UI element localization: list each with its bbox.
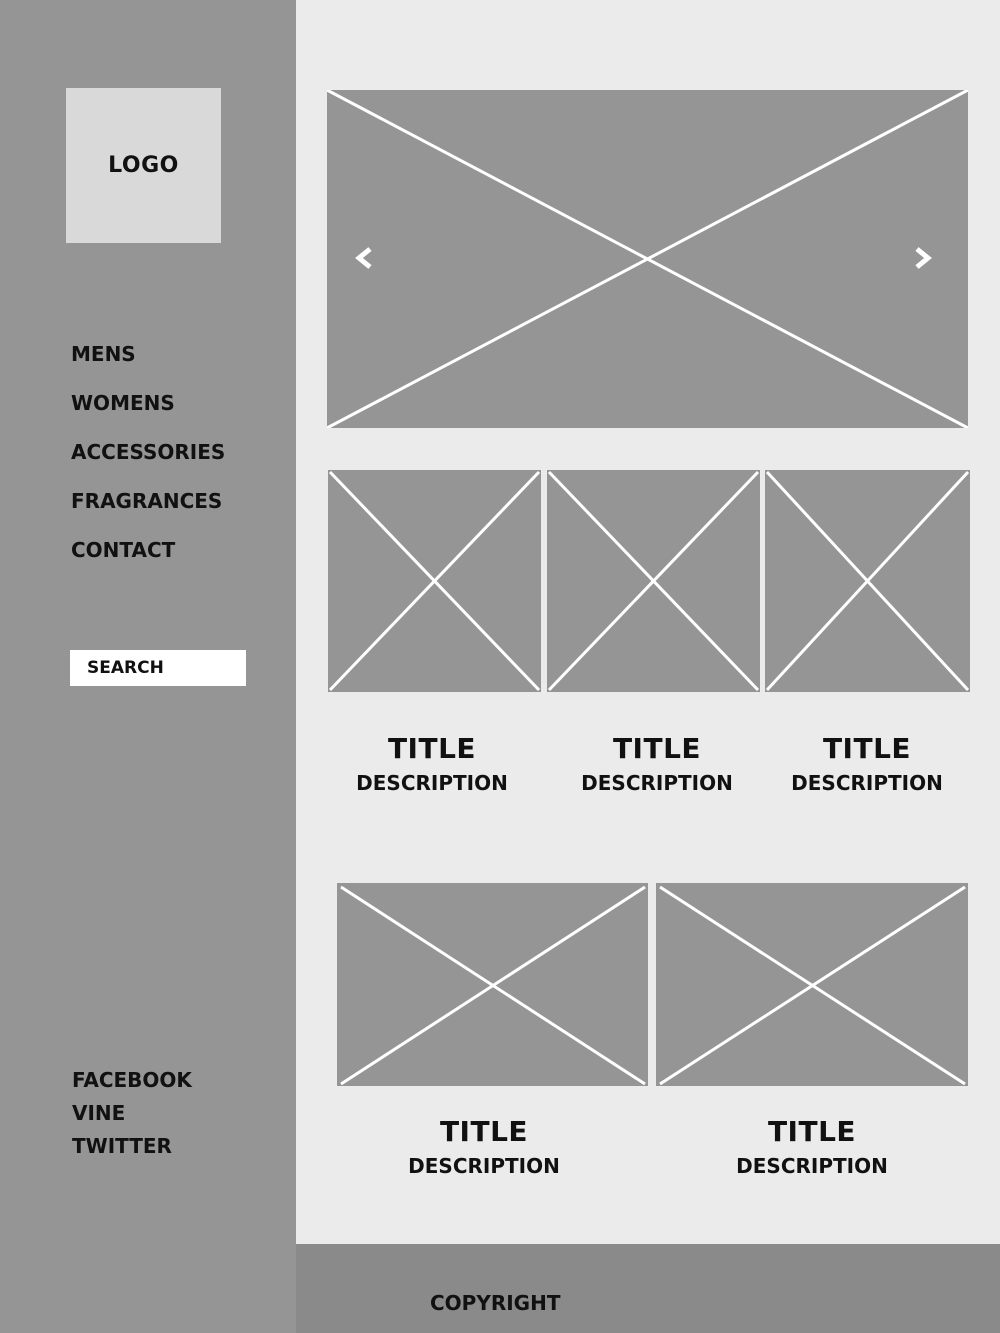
- social-links: FACEBOOK VINE TWITTER: [72, 1065, 192, 1164]
- copyright-text: COPYRIGHT: [430, 1291, 561, 1315]
- social-link-twitter[interactable]: TWITTER: [72, 1131, 192, 1164]
- nav-item-mens[interactable]: MENS: [71, 340, 225, 389]
- product-image[interactable]: [765, 470, 970, 692]
- product-image[interactable]: [656, 883, 968, 1086]
- image-placeholder-icon: [659, 885, 966, 1086]
- nav-item-contact[interactable]: CONTACT: [71, 536, 225, 585]
- logo-label: LOGO: [108, 153, 179, 178]
- product-description: DESCRIPTION: [356, 771, 508, 795]
- product-image[interactable]: [337, 883, 648, 1086]
- chevron-left-icon: [355, 247, 372, 269]
- product-caption: TITLE DESCRIPTION: [747, 732, 987, 798]
- product-title[interactable]: TITLE: [747, 732, 987, 766]
- sidebar: LOGO MENS WOMENS ACCESSORIES FRAGRANCES …: [0, 0, 296, 1333]
- image-placeholder-icon: [765, 470, 970, 692]
- search-input[interactable]: [70, 650, 246, 686]
- carousel-prev-button[interactable]: [349, 240, 379, 276]
- hero-carousel-image: [327, 90, 968, 428]
- product-caption: TITLE DESCRIPTION: [537, 732, 777, 798]
- product-caption: TITLE DESCRIPTION: [692, 1115, 932, 1181]
- logo[interactable]: LOGO: [66, 88, 221, 243]
- product-caption: TITLE DESCRIPTION: [312, 732, 552, 798]
- carousel-next-button[interactable]: [908, 240, 938, 276]
- social-link-vine[interactable]: VINE: [72, 1098, 192, 1131]
- main-nav: MENS WOMENS ACCESSORIES FRAGRANCES CONTA…: [71, 340, 225, 585]
- image-placeholder-icon: [327, 90, 968, 428]
- product-image[interactable]: [547, 470, 760, 692]
- product-title[interactable]: TITLE: [537, 732, 777, 766]
- product-description: DESCRIPTION: [581, 771, 733, 795]
- chevron-right-icon: [915, 247, 932, 269]
- product-title[interactable]: TITLE: [312, 732, 552, 766]
- nav-item-accessories[interactable]: ACCESSORIES: [71, 438, 225, 487]
- product-title[interactable]: TITLE: [364, 1115, 604, 1149]
- nav-item-fragrances[interactable]: FRAGRANCES: [71, 487, 225, 536]
- product-description: DESCRIPTION: [791, 771, 943, 795]
- footer: COPYRIGHT: [296, 1244, 1000, 1333]
- nav-item-womens[interactable]: WOMENS: [71, 389, 225, 438]
- product-caption: TITLE DESCRIPTION: [364, 1115, 604, 1181]
- product-title[interactable]: TITLE: [692, 1115, 932, 1149]
- social-link-facebook[interactable]: FACEBOOK: [72, 1065, 192, 1098]
- image-placeholder-icon: [340, 885, 646, 1086]
- product-description: DESCRIPTION: [736, 1154, 888, 1178]
- product-image[interactable]: [328, 470, 541, 692]
- image-placeholder-icon: [328, 470, 541, 692]
- image-placeholder-icon: [547, 470, 760, 692]
- product-description: DESCRIPTION: [408, 1154, 560, 1178]
